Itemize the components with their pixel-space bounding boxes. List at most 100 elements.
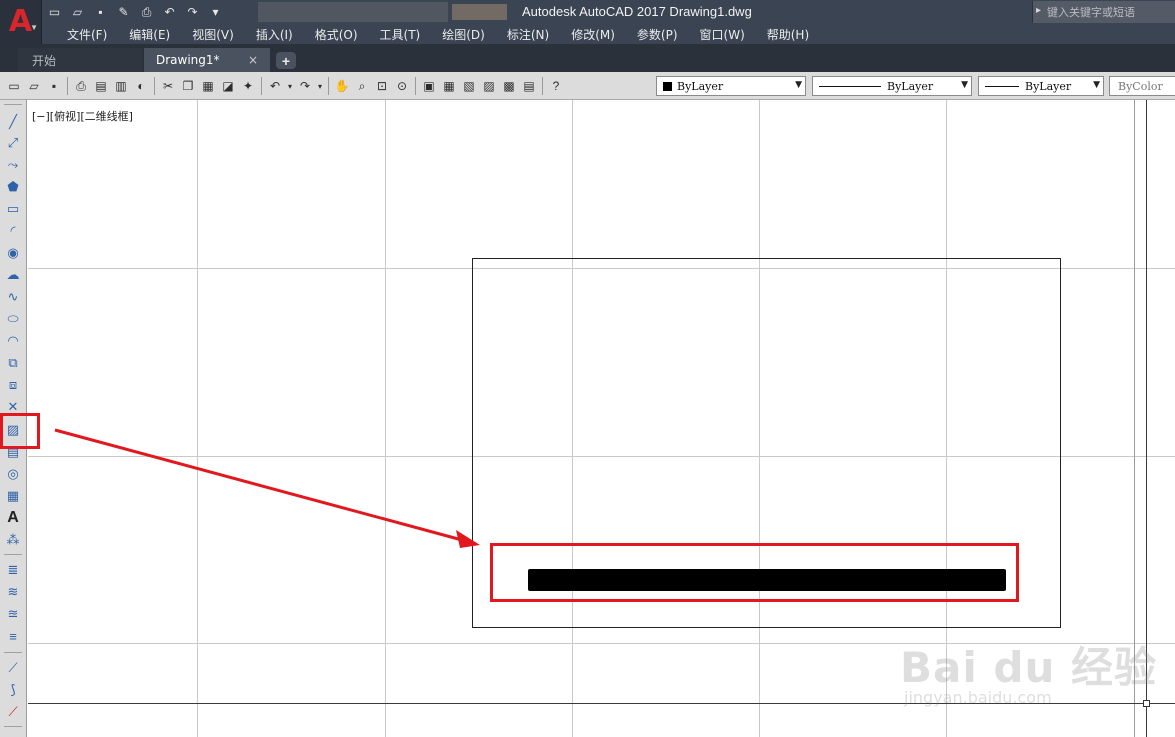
ellipse-icon[interactable]: ⬭ — [3, 309, 23, 329]
menu-tools[interactable]: 工具(T) — [369, 26, 432, 43]
polygon-icon[interactable]: ⬟ — [3, 177, 23, 197]
ellipse-arc-icon[interactable]: ◠ — [3, 331, 23, 351]
zoom-window-icon[interactable]: ⊡ — [372, 76, 392, 96]
chevron-down-icon[interactable]: ▼ — [1093, 80, 1100, 90]
layer-properties-icon[interactable]: ≣ — [3, 560, 23, 580]
render-icon[interactable]: ◐ — [131, 76, 151, 96]
search-box[interactable]: ▸ — [1032, 1, 1175, 23]
color-value: ByLayer — [677, 79, 724, 93]
region-icon[interactable]: ◎ — [3, 464, 23, 484]
open-icon[interactable]: ▱ — [24, 76, 44, 96]
new-tab-button[interactable]: + — [276, 52, 296, 69]
chevron-down-icon[interactable]: ▼ — [961, 80, 968, 90]
qnew-icon[interactable]: ▭ — [4, 76, 24, 96]
undo-icon[interactable]: ↶ — [161, 4, 178, 20]
line-icon[interactable]: ╱ — [3, 112, 23, 132]
design-center-icon[interactable]: ▦ — [439, 76, 459, 96]
toolbar-divider — [328, 77, 329, 95]
toolbar-divider — [415, 77, 416, 95]
menu-dimension[interactable]: 标注(N) — [496, 26, 560, 43]
match-properties-icon[interactable]: ◪ — [218, 76, 238, 96]
tool-palettes-icon[interactable]: ▧ — [459, 76, 479, 96]
search-input[interactable] — [1047, 3, 1173, 21]
toolbar-divider — [4, 652, 22, 653]
lineweight-control-dropdown[interactable]: ByLayer ▼ — [978, 76, 1104, 96]
layer-previous-icon[interactable]: ≊ — [3, 604, 23, 624]
cut-icon[interactable]: ✂ — [158, 76, 178, 96]
properties-icon[interactable]: ▣ — [419, 76, 439, 96]
undo-icon[interactable]: ↶ — [265, 76, 285, 96]
menu-file[interactable]: 文件(F) — [56, 26, 118, 43]
menu-help[interactable]: 帮助(H) — [756, 26, 820, 43]
plotstyle-control-dropdown[interactable]: ByColor — [1109, 76, 1175, 96]
chevron-down-icon: ▼ — [30, 23, 38, 32]
color-control-dropdown[interactable]: ByLayer ▼ — [656, 76, 806, 96]
table-icon[interactable]: ▦ — [3, 486, 23, 506]
chevron-down-icon[interactable]: ▾ — [315, 76, 325, 96]
save-icon[interactable]: ▪ — [44, 76, 64, 96]
menu-view[interactable]: 视图(V) — [181, 26, 245, 43]
open-icon[interactable]: ▱ — [69, 4, 86, 20]
menu-format[interactable]: 格式(O) — [304, 26, 369, 43]
quick-access-toolbar: ▭ ▱ ▪ ✎ ⎙ ↶ ↷ ▾ — [46, 3, 224, 21]
revision-cloud-icon[interactable]: ☁ — [3, 265, 23, 285]
blurred-region — [258, 2, 448, 22]
search-expand-icon[interactable]: ▸ — [1036, 5, 1041, 16]
help-icon[interactable]: ? — [546, 76, 566, 96]
linetype-value: ByLayer — [887, 79, 934, 93]
plot-icon[interactable]: ⎙ — [138, 4, 155, 20]
layer-isolate-icon[interactable]: ≡ — [3, 626, 23, 646]
add-selected-icon[interactable]: ⁂ — [3, 530, 23, 550]
pan-icon[interactable]: ✋ — [332, 76, 352, 96]
copy-icon[interactable]: ❐ — [178, 76, 198, 96]
make-block-icon[interactable]: ⧈ — [3, 375, 23, 395]
chevron-down-icon[interactable]: ▾ — [285, 76, 295, 96]
grip-handle[interactable] — [1143, 700, 1150, 707]
edit-polyline-icon[interactable]: ⟋ — [3, 658, 23, 678]
calculator-icon[interactable]: ▤ — [519, 76, 539, 96]
toolbar-divider — [67, 77, 68, 95]
zoom-realtime-icon[interactable]: ⌕ — [352, 76, 372, 96]
redo-icon[interactable]: ↷ — [295, 76, 315, 96]
rectangle-icon[interactable]: ▭ — [3, 199, 23, 219]
plot-preview-icon[interactable]: ▤ — [91, 76, 111, 96]
multiline-text-icon[interactable]: A — [3, 508, 23, 528]
customize-icon[interactable]: ▾ — [207, 4, 224, 20]
menu-modify[interactable]: 修改(M) — [560, 26, 626, 43]
autocad-logo-icon: A — [8, 4, 33, 39]
tab-drawing1[interactable]: Drawing1* × — [144, 48, 270, 72]
edit-hatch-icon[interactable]: ⟋ — [3, 702, 23, 722]
spline-icon[interactable]: ∿ — [3, 287, 23, 307]
menu-draw[interactable]: 绘图(D) — [431, 26, 496, 43]
redo-icon[interactable]: ↷ — [184, 4, 201, 20]
construction-line-icon[interactable]: ⤢ — [3, 133, 23, 153]
menu-window[interactable]: 窗口(W) — [689, 26, 756, 43]
save-as-icon[interactable]: ✎ — [115, 4, 132, 20]
block-editor-icon[interactable]: ✦ — [238, 76, 258, 96]
paste-icon[interactable]: ▦ — [198, 76, 218, 96]
polyline-icon[interactable]: ⤳ — [3, 155, 23, 175]
new-icon[interactable]: ▭ — [46, 4, 63, 20]
linetype-control-dropdown[interactable]: ByLayer ▼ — [812, 76, 972, 96]
edit-spline-icon[interactable]: ⟆ — [3, 680, 23, 700]
plot-icon[interactable]: ⎙ — [71, 76, 91, 96]
insert-block-icon[interactable]: ⧉ — [3, 353, 23, 373]
menu-edit[interactable]: 编辑(E) — [118, 26, 181, 43]
layer-states-icon[interactable]: ≋ — [3, 582, 23, 602]
sheet-set-icon[interactable]: ▨ — [479, 76, 499, 96]
publish-icon[interactable]: ▥ — [111, 76, 131, 96]
zoom-previous-icon[interactable]: ⊙ — [392, 76, 412, 96]
viewport-controls-label[interactable]: [−][俯视][二维线框] — [32, 108, 133, 124]
application-menu-button[interactable]: A ▼ — [0, 0, 42, 44]
tab-start[interactable]: 开始 — [18, 48, 142, 72]
tab-drawing1-label: Drawing1* — [156, 53, 220, 67]
circle-icon[interactable]: ◉ — [3, 243, 23, 263]
drawing-canvas[interactable]: [−][俯视][二维线框] — [28, 100, 1175, 737]
save-icon[interactable]: ▪ — [92, 4, 109, 20]
markup-icon[interactable]: ▩ — [499, 76, 519, 96]
close-icon[interactable]: × — [248, 53, 258, 67]
menu-insert[interactable]: 插入(I) — [245, 26, 304, 43]
menu-parametric[interactable]: 参数(P) — [626, 26, 689, 43]
arc-icon[interactable]: ◜ — [3, 221, 23, 241]
chevron-down-icon[interactable]: ▼ — [795, 80, 802, 90]
